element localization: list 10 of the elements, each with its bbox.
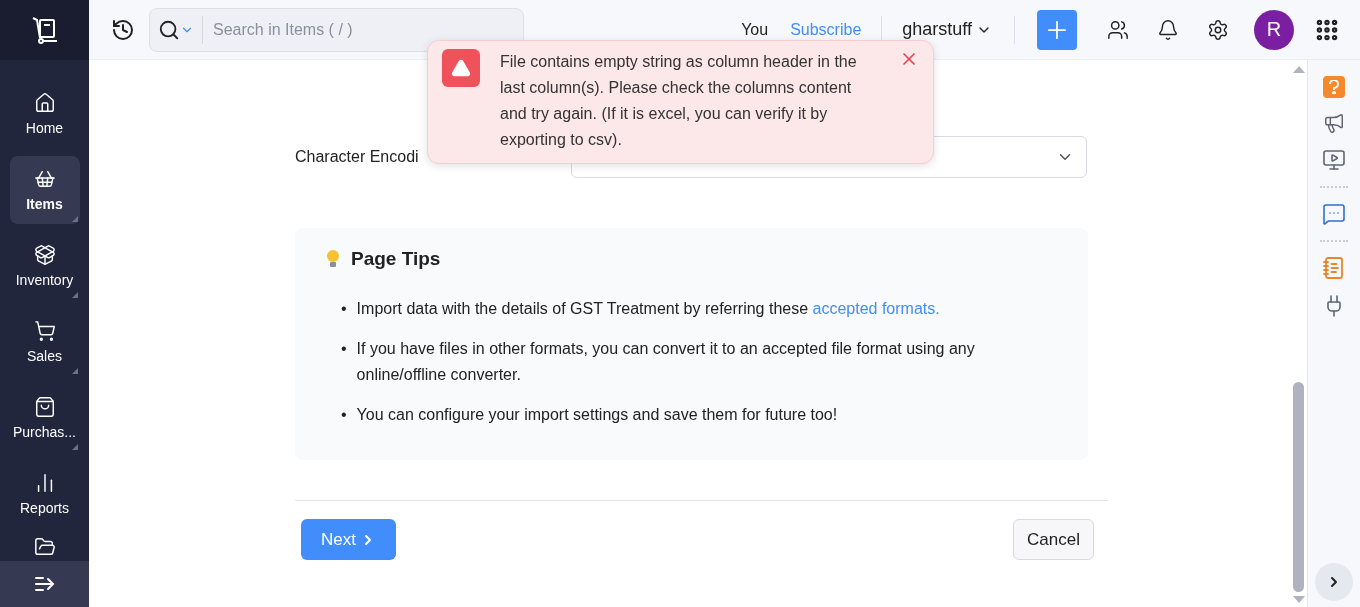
tip-text: Import data with the details of GST Treatment by referring these accepted formats. [356, 299, 940, 319]
tip-text: You can configure your import settings and save them for future too! [356, 405, 838, 425]
bullet: • [341, 299, 347, 319]
error-message: File contains empty string as column header in the last column(s). Please check the columns content and try again. (If it is excel, you can verify it by exporting to csv). [500, 52, 858, 150]
tip-text: If you have files in other formats, you can convert it to an accepted file format using any online/offline converter. [356, 339, 976, 385]
tips-title: Page Tips [351, 248, 441, 270]
bullet: • [341, 339, 347, 359]
field-label: Character Encodi [295, 148, 420, 166]
user-label: You [741, 20, 769, 39]
bullet: • [341, 405, 347, 425]
